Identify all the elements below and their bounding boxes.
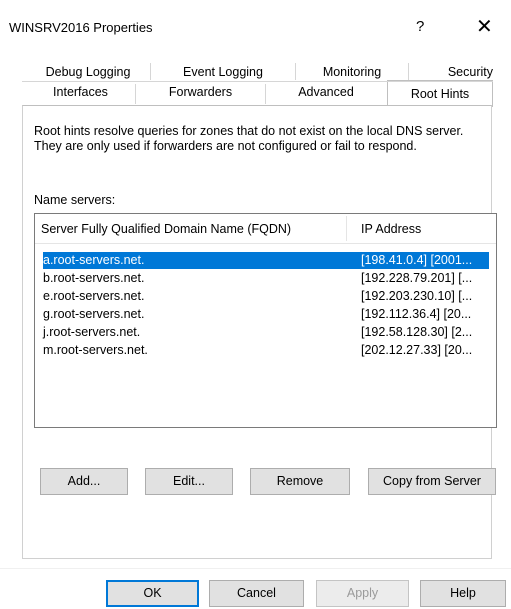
list-item[interactable]: b.root-servers.net. [192.228.79.201] [..…	[43, 270, 489, 287]
list-item[interactable]: a.root-servers.net. [198.41.0.4] [2001..…	[43, 252, 489, 269]
help-button[interactable]: Help	[420, 580, 506, 607]
tab-forwarders[interactable]: Forwarders	[136, 83, 265, 103]
list-item[interactable]: j.root-servers.net. [192.58.128.30] [2..…	[43, 324, 489, 341]
column-header-ip[interactable]: IP Address	[361, 222, 421, 236]
list-header: Server Fully Qualified Domain Name (FQDN…	[35, 214, 496, 244]
list-item[interactable]: g.root-servers.net. [192.112.36.4] [20..…	[43, 306, 489, 323]
window-title: WINSRV2016 Properties	[9, 20, 153, 35]
ip-cell: [192.228.79.201] [...	[361, 271, 473, 285]
ip-cell: [198.41.0.4] [2001...	[361, 253, 473, 267]
add-button[interactable]: Add...	[40, 468, 128, 495]
tab-advanced[interactable]: Advanced	[266, 83, 386, 103]
tab-root-hints[interactable]: Root Hints	[388, 85, 492, 105]
ip-cell: [192.58.128.30] [2...	[361, 325, 473, 339]
ok-button[interactable]: OK	[106, 580, 199, 607]
name-servers-list[interactable]: Server Fully Qualified Domain Name (FQDN…	[34, 213, 497, 428]
name-servers-label: Name servers:	[34, 193, 116, 207]
tab-security[interactable]: Security	[409, 63, 493, 83]
fqdn-cell: m.root-servers.net.	[43, 343, 148, 357]
footer-divider	[0, 568, 511, 569]
fqdn-cell: j.root-servers.net.	[43, 325, 141, 339]
column-header-fqdn[interactable]: Server Fully Qualified Domain Name (FQDN…	[41, 222, 291, 236]
cancel-button[interactable]: Cancel	[209, 580, 304, 607]
fqdn-cell: b.root-servers.net.	[43, 271, 145, 285]
ip-cell: [192.112.36.4] [20...	[361, 307, 472, 321]
help-icon[interactable]: ?	[416, 18, 424, 35]
apply-button[interactable]: Apply	[316, 580, 409, 607]
tab-interfaces[interactable]: Interfaces	[26, 83, 135, 103]
ip-cell: [192.203.230.10] [...	[361, 289, 473, 303]
fqdn-cell: e.root-servers.net.	[43, 289, 145, 303]
tab-event-logging[interactable]: Event Logging	[151, 63, 295, 83]
tab-monitoring[interactable]: Monitoring	[296, 63, 408, 83]
tab-debug-logging[interactable]: Debug Logging	[26, 63, 150, 83]
ip-cell: [202.12.27.33] [20...	[361, 343, 473, 357]
list-item[interactable]: e.root-servers.net. [192.203.230.10] [..…	[43, 288, 489, 305]
fqdn-cell: a.root-servers.net.	[43, 253, 145, 267]
close-icon[interactable]: ✕	[476, 14, 493, 39]
edit-button[interactable]: Edit...	[145, 468, 233, 495]
list-item[interactable]: m.root-servers.net. [202.12.27.33] [20..…	[43, 342, 489, 359]
fqdn-cell: g.root-servers.net.	[43, 307, 145, 321]
copy-from-server-button[interactable]: Copy from Server	[368, 468, 496, 495]
description-text: Root hints resolve queries for zones tha…	[34, 124, 464, 153]
title-bar: WINSRV2016 Properties ? ✕	[0, 0, 511, 56]
remove-button[interactable]: Remove	[250, 468, 350, 495]
column-divider[interactable]	[346, 216, 347, 241]
